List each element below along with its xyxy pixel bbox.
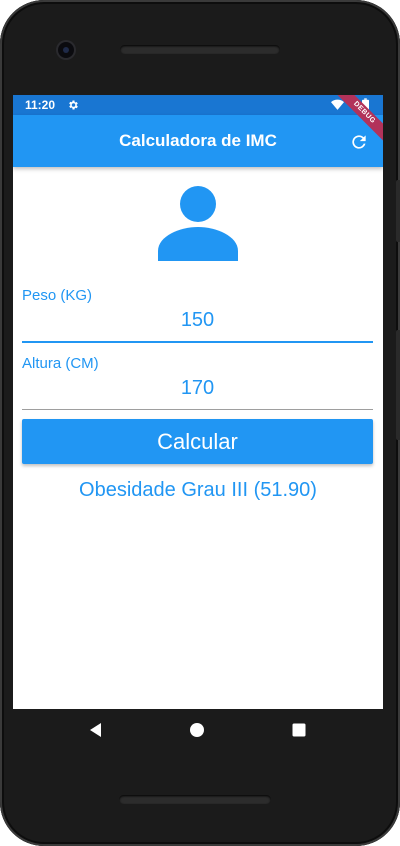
wifi-icon [331, 99, 344, 110]
power-button [396, 180, 400, 242]
altura-field[interactable]: Altura (CM) [22, 353, 373, 410]
peso-input[interactable] [22, 305, 373, 335]
altura-label: Altura (CM) [22, 355, 99, 372]
calcular-button[interactable]: Calcular [22, 419, 373, 464]
top-speaker [120, 45, 280, 54]
app-screen: 11:20 DEBUG Calculadora de IMC Peso (KG)… [13, 95, 383, 709]
peso-field[interactable]: Peso (KG) [22, 285, 373, 343]
phone-frame: 11:20 DEBUG Calculadora de IMC Peso (KG)… [0, 0, 400, 846]
peso-label: Peso (KG) [22, 287, 93, 304]
status-time: 11:20 [25, 98, 56, 112]
front-camera [58, 42, 74, 58]
navigation-bar [13, 709, 383, 751]
volume-button [396, 330, 400, 440]
home-icon[interactable] [187, 720, 207, 740]
app-bar: Calculadora de IMC [13, 115, 383, 167]
gear-icon [69, 100, 78, 110]
refresh-icon[interactable] [349, 132, 369, 152]
status-bar: 11:20 [13, 95, 383, 115]
bottom-speaker [119, 795, 271, 804]
back-icon[interactable] [86, 720, 106, 740]
page-title: Calculadora de IMC [119, 131, 277, 150]
person-icon [158, 186, 238, 261]
result-text: Obesidade Grau III (51.90) [79, 479, 317, 501]
recents-icon[interactable] [289, 720, 309, 740]
altura-input[interactable] [22, 373, 373, 403]
